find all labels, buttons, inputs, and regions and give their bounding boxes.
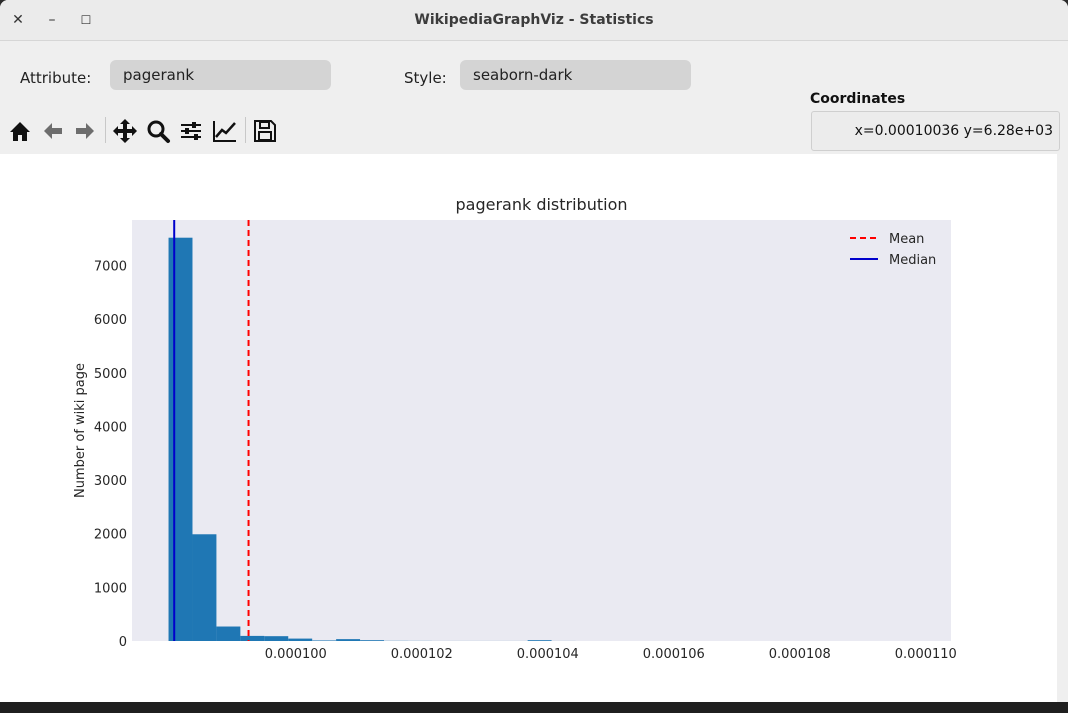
histogram-bar: [240, 635, 265, 641]
histogram-bar: [288, 638, 313, 641]
y-tick-label: 7000: [94, 260, 127, 275]
pan-button[interactable]: [111, 117, 139, 145]
home-button[interactable]: [6, 117, 34, 145]
y-tick-label: 4000: [94, 420, 127, 435]
back-arrow-icon: [44, 123, 62, 139]
x-tick-label: 0.000106: [643, 647, 705, 662]
x-tick-label: 0.000108: [769, 647, 831, 662]
x-tick-label: 0.000104: [517, 647, 579, 662]
x-tick-label: 0.000100: [265, 647, 327, 662]
edit-axis-icon: [213, 121, 236, 142]
x-tick-label: 0.000102: [391, 647, 453, 662]
forward-arrow-icon: [76, 123, 94, 139]
zoom-icon: [147, 120, 170, 143]
legend-label: Mean: [889, 232, 924, 247]
histogram-bar: [336, 639, 361, 641]
plot-canvas[interactable]: pagerank distribution 0 1000 2000 3000 4000 50…: [0, 154, 1057, 702]
window-title: WikipediaGraphViz - Statistics: [414, 12, 654, 28]
histogram-bar: [168, 237, 193, 641]
toolbar-separator: [105, 117, 106, 143]
forward-button[interactable]: [71, 117, 99, 145]
configure-subplots-icon: [181, 122, 201, 140]
y-tick-label: 5000: [94, 367, 127, 382]
desktop-background-strip: [0, 702, 1068, 713]
style-combobox[interactable]: seaborn-dark: [460, 60, 691, 90]
pan-icon: [113, 119, 137, 143]
y-tick-label: 1000: [94, 581, 127, 596]
chart-title: pagerank distribution: [455, 195, 627, 214]
save-button[interactable]: [251, 117, 279, 145]
histogram-bar: [527, 640, 552, 641]
statistics-window: ✕ – ☐ WikipediaGraphViz - Statistics Att…: [0, 0, 1068, 713]
save-icon: [254, 120, 276, 142]
zoom-button[interactable]: [144, 117, 172, 145]
y-tick-label: 0: [119, 635, 127, 650]
y-tick-label: 2000: [94, 528, 127, 543]
legend-label: Median: [889, 253, 936, 268]
histogram-chart: pagerank distribution 0 1000 2000 3000 4000 50…: [73, 195, 957, 662]
histogram-bar: [192, 534, 217, 641]
axes-background: [132, 220, 951, 641]
toolbar-separator: [245, 117, 246, 143]
histogram-bar: [360, 640, 384, 641]
edit-axis-button[interactable]: [211, 117, 239, 145]
home-icon: [10, 122, 30, 141]
y-axis-label: Number of wiki page: [73, 363, 88, 498]
attribute-label: Attribute:: [20, 69, 92, 87]
back-button[interactable]: [39, 117, 67, 145]
configure-subplots-button[interactable]: [177, 117, 205, 145]
x-tick-label: 0.000110: [895, 647, 957, 662]
coordinates-title: Coordinates: [810, 91, 906, 107]
y-tick-label: 6000: [94, 313, 127, 328]
histogram-bar: [216, 626, 241, 641]
style-label: Style:: [404, 69, 447, 87]
histogram-bar: [312, 640, 337, 641]
coordinates-readout: x=0.00010036 y=6.28e+03: [811, 111, 1060, 151]
attribute-combobox[interactable]: pagerank: [110, 60, 331, 90]
y-tick-label: 3000: [94, 474, 127, 489]
histogram-bar: [264, 636, 289, 641]
title-bar: ✕ – ☐ WikipediaGraphViz - Statistics: [0, 0, 1068, 41]
